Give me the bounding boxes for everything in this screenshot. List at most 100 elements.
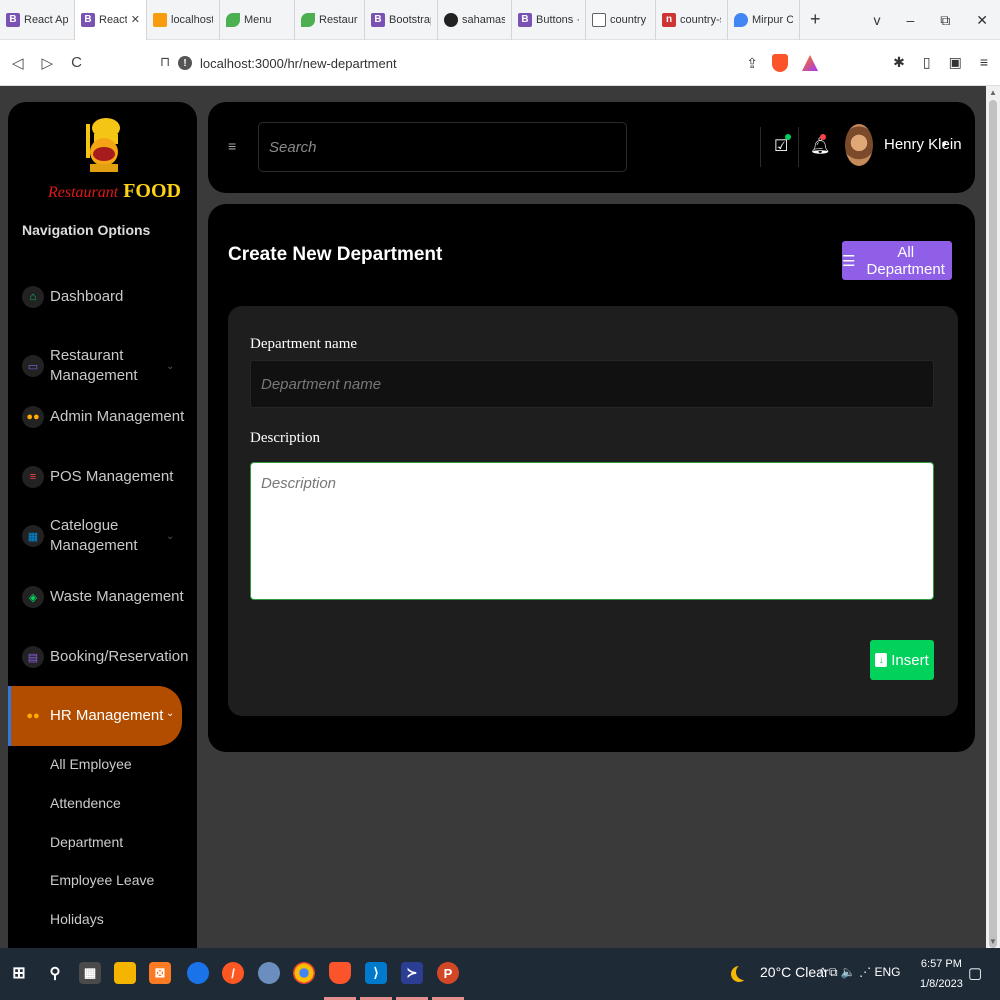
chevron-down-icon: ⌄ bbox=[166, 530, 175, 542]
chrome-icon[interactable] bbox=[293, 962, 315, 984]
all-department-label: All Department bbox=[866, 243, 945, 278]
tab-label: Menu bbox=[244, 13, 272, 26]
browser-tab[interactable]: B Buttons · Bo bbox=[512, 0, 586, 40]
sidebar-item-waste-management[interactable]: ◈ Waste Management ⌄ bbox=[8, 586, 197, 608]
submenu-item-employee-leave[interactable]: Employee Leave bbox=[50, 872, 154, 888]
browser-tab[interactable]: B Bootstrap bbox=[365, 0, 438, 40]
extension-icons: ✱ ▯ ▣ ≡ bbox=[893, 54, 988, 71]
sidebar-item-catelogue-management[interactable]: ▦ Catelogue Management ⌄ bbox=[8, 516, 197, 556]
header-divider bbox=[798, 127, 799, 167]
sidebar-item-admin-management[interactable]: ●● Admin Management ⌄ bbox=[8, 406, 197, 428]
terminal-icon[interactable]: ≻ bbox=[401, 962, 423, 984]
notification-badge bbox=[820, 134, 826, 140]
sidebar-item-hr-management[interactable]: ●● HR Management ⌄ bbox=[8, 686, 182, 746]
submenu-item-all-employee[interactable]: All Employee bbox=[50, 756, 132, 772]
github-icon bbox=[444, 12, 458, 27]
notification-center-icon[interactable]: ▢ bbox=[968, 964, 982, 982]
chevron-down-icon: ⌄ bbox=[166, 651, 175, 663]
system-clock[interactable]: 6:57 PM 1/8/2023 bbox=[920, 954, 963, 994]
browser-tab[interactable]: localhost / bbox=[147, 0, 220, 40]
extensions-puzzle-icon[interactable]: ✱ bbox=[893, 54, 905, 71]
browser-tab[interactable]: Mirpur Club bbox=[728, 0, 800, 40]
browser-tab[interactable]: B React App bbox=[0, 0, 75, 40]
system-tray[interactable]: ^ ⧉ 🔈 ⋰ ENG bbox=[820, 965, 900, 980]
new-tab-button[interactable]: + bbox=[800, 9, 831, 30]
browser-address-bar: ◁ ▷ C ⊓ ! localhost:3000/hr/new-departme… bbox=[0, 40, 1000, 86]
vscode-icon[interactable]: ⟩ bbox=[365, 962, 387, 984]
tab-label: Bootstrap bbox=[389, 13, 431, 26]
description-field[interactable] bbox=[250, 462, 934, 600]
brave-rewards-icon[interactable] bbox=[802, 55, 818, 71]
browser-tab[interactable]: sahamassi bbox=[438, 0, 512, 40]
back-icon[interactable]: ◁ bbox=[12, 54, 24, 72]
bootstrap-icon: B bbox=[371, 12, 385, 27]
reload-icon[interactable]: C bbox=[71, 54, 82, 72]
edge-icon[interactable] bbox=[187, 962, 209, 984]
brand-name[interactable]: Restaurant FOOD bbox=[48, 180, 181, 203]
download-icon: ↓ bbox=[875, 653, 888, 667]
tab-search-icon[interactable]: v bbox=[873, 12, 880, 28]
user-name[interactable]: Henry Klein bbox=[884, 136, 962, 153]
top-header: ≡ ☑ 🔔︎ Henry Klein ▾ bbox=[208, 102, 975, 193]
sidebar-item-pos-management[interactable]: ≡ POS Management ⌄ bbox=[8, 466, 197, 488]
minimize-button[interactable]: – bbox=[906, 12, 914, 28]
sidebar-item-restaurant-management[interactable]: ▭ Restaurant Management ⌄ bbox=[8, 346, 197, 386]
file-explorer-icon[interactable] bbox=[114, 962, 136, 984]
browser-tab-active[interactable]: B React A ✕ bbox=[75, 0, 147, 40]
browser-tab[interactable]: Menu bbox=[220, 0, 295, 40]
restaurant-logo-icon[interactable] bbox=[84, 116, 124, 176]
browser-menu-icon[interactable]: ≡ bbox=[980, 54, 988, 71]
sidebar-toggle-icon[interactable]: ▯ bbox=[923, 54, 931, 71]
insert-button[interactable]: ↓ Insert bbox=[870, 640, 934, 680]
brave-browser-icon[interactable] bbox=[329, 962, 351, 984]
all-department-button[interactable]: ☰ All Department bbox=[842, 241, 952, 280]
search-input[interactable] bbox=[258, 122, 627, 172]
share-icon[interactable]: ⇪ bbox=[746, 55, 758, 72]
browser-tab[interactable]: country sta bbox=[586, 0, 656, 40]
submenu-item-holidays[interactable]: Holidays bbox=[50, 911, 104, 927]
browser-tab[interactable]: n country-sta bbox=[656, 0, 728, 40]
browser-tab[interactable]: Restaurant bbox=[295, 0, 365, 40]
app-icon[interactable] bbox=[258, 962, 280, 984]
weather-widget[interactable]: 20°C Clear bbox=[736, 964, 829, 980]
description-label: Description bbox=[250, 430, 320, 446]
clock-time: 6:57 PM bbox=[920, 958, 962, 970]
calculator-icon[interactable]: ▦ bbox=[79, 962, 101, 984]
url-field[interactable]: ! localhost:3000/hr/new-department ⇪ bbox=[170, 48, 828, 78]
submenu-item-attendence[interactable]: Attendence bbox=[50, 795, 121, 811]
moon-icon bbox=[736, 964, 752, 980]
scrollbar-thumb[interactable] bbox=[989, 100, 997, 948]
nav-section-title: Navigation Options bbox=[22, 222, 151, 238]
sidebar-item-booking-reservation[interactable]: ▤ Booking/Reservation ⌄ bbox=[8, 646, 197, 668]
grid-icon: ▦ bbox=[22, 525, 44, 547]
windows-start-icon[interactable]: ⊞ bbox=[8, 962, 30, 984]
xampp-icon[interactable]: ⊠ bbox=[149, 962, 171, 984]
sidebar-item-label: Catelogue Management bbox=[50, 517, 138, 554]
forward-icon[interactable]: ▷ bbox=[42, 54, 54, 72]
scroll-down-arrow-icon[interactable]: ▼ bbox=[989, 937, 997, 946]
tray-icons-text: ^ ⧉ 🔈 ⋰ ENG bbox=[820, 965, 901, 979]
wallet-icon[interactable]: ▣ bbox=[949, 54, 962, 71]
postman-icon[interactable]: / bbox=[222, 962, 244, 984]
site-info-icon[interactable]: ! bbox=[178, 56, 192, 70]
close-tab-icon[interactable]: ✕ bbox=[131, 13, 140, 26]
sidebar-item-dashboard[interactable]: ⌂ Dashboard bbox=[8, 286, 197, 308]
sidebar-item-label: Dashboard bbox=[50, 288, 124, 305]
windows-taskbar: ⊞ ⚲ ▦ ⊠ / ⟩ ≻ P 20°C Clear ^ ⧉ 🔈 ⋰ ENG 6… bbox=[0, 948, 1000, 1000]
close-window-button[interactable]: ✕ bbox=[976, 12, 988, 29]
menu-toggle-icon[interactable]: ≡ bbox=[228, 138, 236, 154]
department-name-field[interactable] bbox=[250, 360, 934, 408]
search-icon[interactable]: ⚲ bbox=[44, 962, 66, 984]
brave-shield-icon[interactable] bbox=[772, 54, 788, 72]
npm-icon: n bbox=[662, 12, 676, 27]
scroll-up-arrow-icon[interactable]: ▲ bbox=[989, 88, 997, 97]
tab-label: Restaurant bbox=[319, 13, 358, 26]
page-scrollbar[interactable]: ▲ ▼ bbox=[986, 86, 1000, 948]
caret-down-icon[interactable]: ▾ bbox=[942, 139, 947, 150]
bookmark-icon[interactable]: ⊓ bbox=[160, 54, 170, 70]
book-icon: ▤ bbox=[22, 646, 44, 668]
restore-button[interactable]: ⧉ bbox=[940, 12, 950, 29]
powerpoint-icon[interactable]: P bbox=[437, 962, 459, 984]
submenu-item-department[interactable]: Department bbox=[50, 834, 123, 850]
avatar[interactable] bbox=[845, 124, 873, 166]
